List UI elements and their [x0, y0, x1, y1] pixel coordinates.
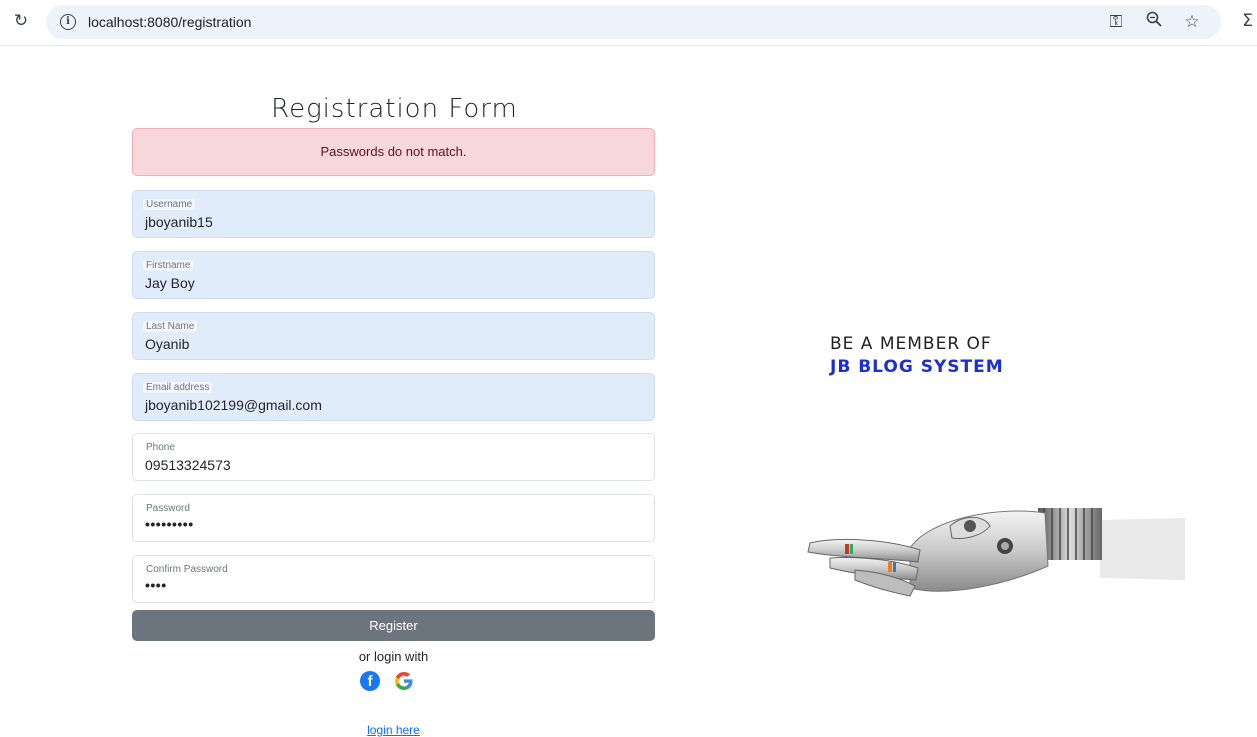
- lastname-label: Last Name: [143, 321, 198, 332]
- username-field[interactable]: Username jboyanib15: [132, 190, 655, 238]
- page-title: Registration Form: [271, 94, 518, 124]
- url-text[interactable]: localhost:8080/registration: [88, 14, 251, 30]
- address-bar[interactable]: i localhost:8080/registration ⚿ ☆: [46, 5, 1221, 39]
- star-icon[interactable]: ☆: [1181, 12, 1203, 32]
- key-icon[interactable]: ⚿: [1105, 12, 1127, 32]
- email-field[interactable]: Email address jboyanib102199@gmail.com: [132, 373, 655, 421]
- promo-line-2: JB BLOG SYSTEM: [830, 357, 1004, 377]
- robot-hand-image: [807, 506, 1185, 597]
- reload-icon[interactable]: ↻: [10, 10, 32, 32]
- confirm-password-label: Confirm Password: [146, 564, 228, 575]
- phone-field[interactable]: Phone 09513324573: [132, 433, 655, 481]
- lastname-field[interactable]: Last Name Oyanib: [132, 312, 655, 360]
- password-label: Password: [146, 503, 190, 514]
- username-label: Username: [143, 199, 196, 210]
- error-alert: Passwords do not match.: [132, 128, 655, 176]
- promo-text: BE A MEMBER OF JB BLOG SYSTEM: [830, 333, 1004, 379]
- email-label: Email address: [143, 382, 213, 393]
- social-login: f: [360, 671, 414, 693]
- google-icon[interactable]: [394, 671, 414, 693]
- register-button[interactable]: Register: [132, 610, 655, 641]
- browser-toolbar: ↻ i localhost:8080/registration ⚿ ☆ Σ: [0, 0, 1257, 46]
- password-value[interactable]: •••••••••: [145, 516, 194, 532]
- firstname-value[interactable]: Jay Boy: [145, 275, 195, 291]
- promo-line-1: BE A MEMBER OF: [830, 334, 992, 354]
- or-login-text: or login with: [358, 649, 429, 664]
- login-here-link[interactable]: login here: [132, 723, 655, 737]
- confirm-password-field[interactable]: Confirm Password ••••: [132, 555, 655, 603]
- zoom-icon[interactable]: [1143, 11, 1165, 32]
- facebook-icon[interactable]: f: [360, 671, 380, 691]
- registration-form: Registration Form Passwords do not match…: [132, 92, 655, 737]
- firstname-label: Firstname: [143, 260, 194, 271]
- password-field[interactable]: Password •••••••••: [132, 494, 655, 542]
- email-value[interactable]: jboyanib102199@gmail.com: [145, 397, 322, 413]
- phone-label: Phone: [146, 442, 175, 453]
- lastname-value[interactable]: Oyanib: [145, 336, 189, 352]
- confirm-password-value[interactable]: ••••: [145, 577, 167, 593]
- firstname-field[interactable]: Firstname Jay Boy: [132, 251, 655, 299]
- phone-value[interactable]: 09513324573: [145, 457, 231, 473]
- extensions-icon[interactable]: Σ: [1242, 11, 1253, 31]
- info-icon[interactable]: i: [60, 14, 76, 30]
- username-value[interactable]: jboyanib15: [145, 214, 213, 230]
